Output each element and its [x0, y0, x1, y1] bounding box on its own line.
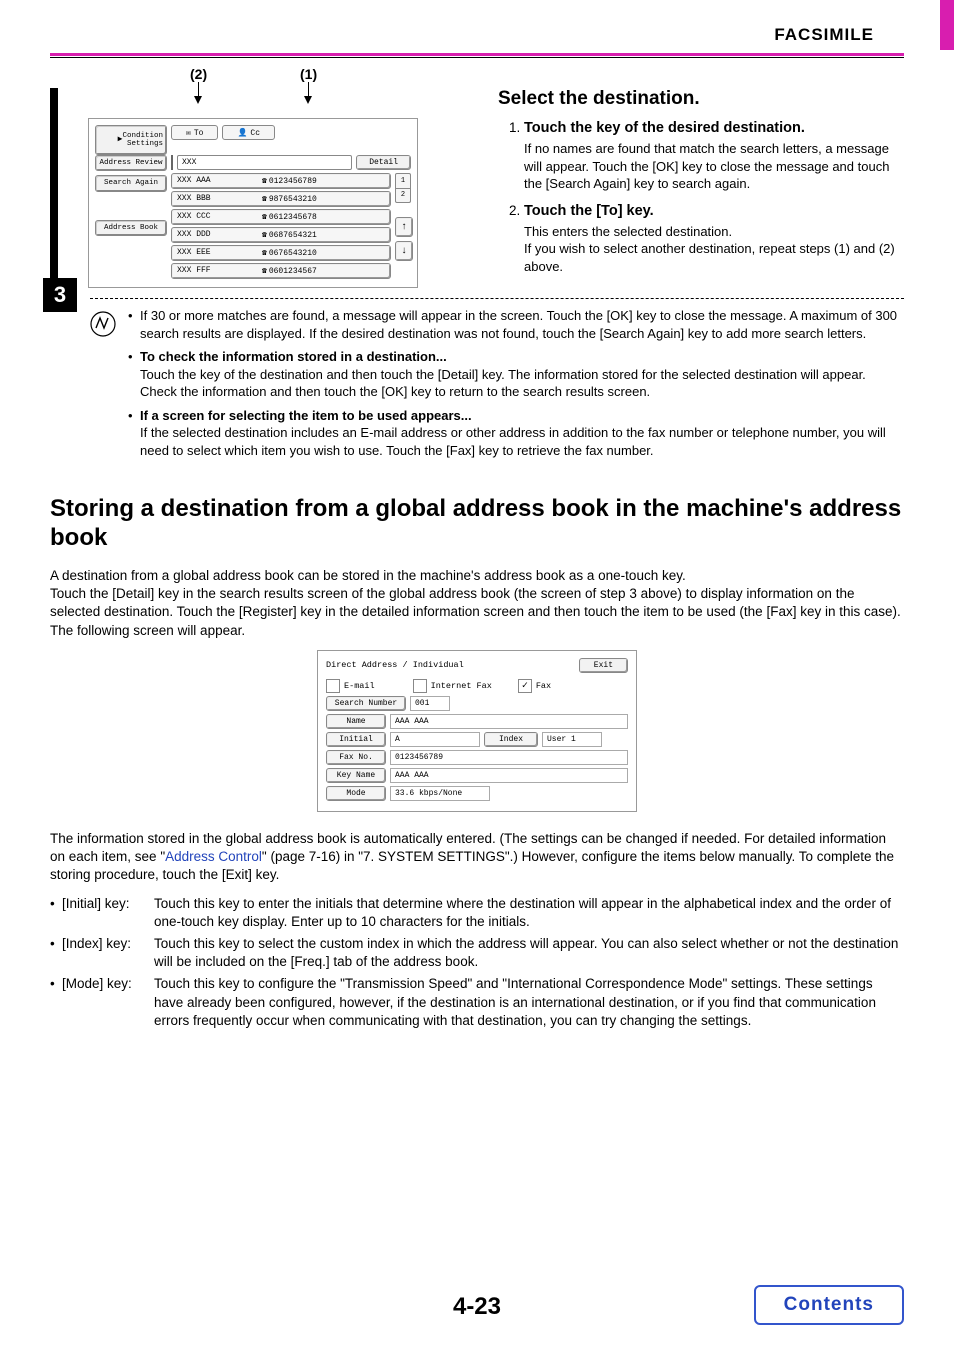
mode-value: 33.6 kbps/None [390, 786, 490, 801]
section-paragraph-2: The information stored in the global add… [50, 830, 904, 885]
to-tab[interactable]: ✉To [171, 125, 218, 140]
panel2-title: Direct Address / Individual [326, 660, 464, 670]
initial-button[interactable]: Initial [326, 732, 386, 747]
address-review-button[interactable]: Address Review [95, 155, 167, 171]
search-results-panel: ▶ Condition Settings ✉To 👤Cc [88, 118, 418, 288]
fax-label: Fax [536, 681, 551, 691]
section-paragraph: A destination from a global address book… [50, 567, 904, 640]
step-item-heading: Touch the key of the desired destination… [524, 120, 805, 136]
detail-button[interactable]: Detail [356, 155, 411, 170]
step-item-body: This enters the selected destination. If… [524, 223, 904, 276]
bullet: • [128, 348, 140, 401]
mode-button[interactable]: Mode [326, 786, 386, 801]
scroll-down-button[interactable]: ↓ [395, 241, 413, 261]
bullet: • [50, 975, 62, 1030]
list-item[interactable]: XXX DDD0687654321 [171, 227, 391, 243]
note-heading: To check the information stored in a des… [140, 349, 447, 364]
arrow-down-icon [304, 96, 312, 104]
name-value: AAA AAA [390, 714, 628, 729]
faxno-button[interactable]: Fax No. [326, 750, 386, 765]
index-value: User 1 [542, 732, 602, 747]
list-item[interactable]: XXX AAA0123456789 [171, 173, 391, 189]
step-3-block: 3 (2) (1) ▶ [50, 88, 904, 288]
note-heading: If a screen for selecting the item to be… [140, 408, 472, 423]
condition-settings-button[interactable]: ▶ Condition Settings [95, 125, 167, 155]
phone-icon [262, 230, 267, 240]
step-number: 3 [43, 278, 77, 312]
ifax-checkbox[interactable] [413, 679, 427, 693]
person-icon: 👤 [237, 128, 247, 138]
keyname-button[interactable]: Key Name [326, 768, 386, 783]
mail-icon: ✉ [186, 128, 191, 138]
def-label: [Mode] key: [62, 975, 154, 1030]
fax-checkbox[interactable]: ✓ [518, 679, 532, 693]
initial-value: A [390, 732, 480, 747]
callout-1: (1) [300, 66, 317, 82]
def-body: Touch this key to select the custom inde… [154, 935, 904, 971]
address-control-link[interactable]: Address Control [165, 849, 262, 864]
section-heading: Storing a destination from a global addr… [50, 495, 904, 553]
name-button[interactable]: Name [326, 714, 386, 729]
note-icon [90, 307, 122, 465]
step-title: Select the destination. [498, 88, 904, 110]
bullet: • [128, 307, 140, 342]
phone-icon [262, 194, 267, 204]
email-label: E-mail [344, 681, 375, 691]
search-again-button[interactable]: Search Again [95, 175, 167, 191]
faxno-value: 0123456789 [390, 750, 628, 765]
note-body: If 30 or more matches are found, a messa… [140, 307, 904, 342]
arrow-down-icon [194, 96, 202, 104]
callout-2: (2) [190, 66, 207, 82]
search-number-label: Search Number [326, 696, 406, 711]
scroll-up-button[interactable]: ↑ [395, 217, 413, 237]
list-item[interactable]: XXX FFF0601234567 [171, 263, 391, 279]
step-item-heading: Touch the [To] key. [524, 203, 654, 219]
step-strip [50, 88, 58, 288]
contents-button[interactable]: Contents [754, 1285, 904, 1325]
def-body: Touch this key to enter the initials tha… [154, 895, 904, 931]
note-body: If the selected destination includes an … [140, 425, 886, 458]
bullet: • [50, 895, 62, 931]
list-item[interactable]: XXX CCC0612345678 [171, 209, 391, 225]
search-input[interactable]: XXX [177, 155, 352, 170]
def-label: [Index] key: [62, 935, 154, 971]
phone-icon [262, 248, 267, 258]
accent-strip [940, 0, 954, 50]
phone-icon [262, 266, 267, 276]
search-number-value: 001 [410, 696, 450, 711]
phone-icon [262, 212, 267, 222]
keyname-value: AAA AAA [390, 768, 628, 783]
address-book-button[interactable]: Address Book [95, 220, 167, 236]
def-label: [Initial] key: [62, 895, 154, 931]
bullet: • [128, 407, 140, 460]
header-category: FACSIMILE [50, 20, 904, 56]
email-checkbox[interactable] [326, 679, 340, 693]
index-button[interactable]: Index [484, 732, 538, 747]
direct-address-panel: Direct Address / Individual Exit E-mail … [317, 650, 637, 812]
step-item-body: If no names are found that match the sea… [524, 140, 904, 193]
dashed-separator [90, 298, 904, 299]
list-item[interactable]: XXX EEE0676543210 [171, 245, 391, 261]
page-total: 2 [395, 189, 411, 204]
cc-tab[interactable]: 👤Cc [222, 125, 275, 140]
exit-button[interactable]: Exit [579, 658, 628, 673]
ifax-label: Internet Fax [431, 681, 492, 691]
page-current: 1 [395, 173, 411, 189]
phone-icon [262, 176, 267, 186]
note-body: Touch the key of the destination and the… [140, 367, 866, 400]
list-item[interactable]: XXX BBB9876543210 [171, 191, 391, 207]
def-body: Touch this key to configure the "Transmi… [154, 975, 904, 1030]
bullet: • [50, 935, 62, 971]
